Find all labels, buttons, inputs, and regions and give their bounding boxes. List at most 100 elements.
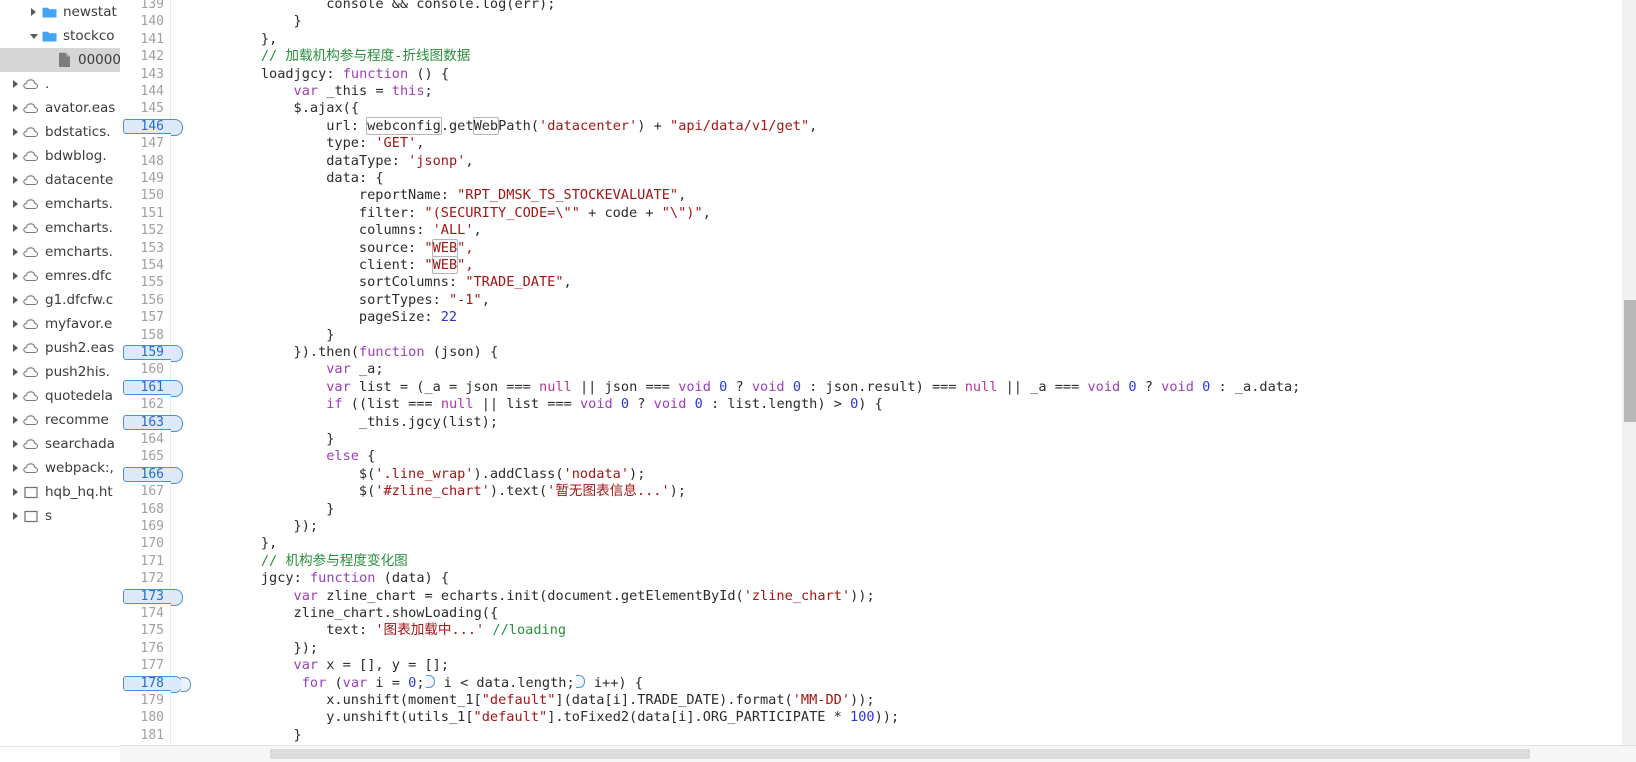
chevron-down-icon[interactable]: [28, 24, 39, 48]
line-number[interactable]: 146: [120, 118, 170, 135]
chevron-right-icon[interactable]: [10, 480, 21, 504]
code-line[interactable]: x.unshift(moment_1["default"](data[i].TR…: [326, 692, 874, 709]
code-line[interactable]: }: [294, 13, 302, 30]
line-number[interactable]: 176: [120, 640, 170, 657]
tree-item-20[interactable]: hqb_hq.ht: [0, 480, 120, 504]
code-line[interactable]: _this.jgcy(list);: [359, 414, 498, 431]
code-line[interactable]: source: "WEB",: [359, 238, 474, 257]
code-line[interactable]: // 加载机构参与程度-折线图数据: [261, 48, 470, 65]
line-number[interactable]: 170: [120, 535, 170, 552]
line-number[interactable]: 175: [120, 622, 170, 639]
horizontal-scrollbar-thumb[interactable]: [270, 749, 1530, 759]
chevron-right-icon[interactable]: [10, 120, 21, 144]
code-line[interactable]: text: '图表加载中...' //loading: [326, 622, 566, 639]
line-number[interactable]: 156: [120, 292, 170, 309]
line-number[interactable]: 149: [120, 170, 170, 187]
chevron-right-icon[interactable]: [10, 264, 21, 288]
tree-item-9[interactable]: emcharts.: [0, 216, 120, 240]
code-line[interactable]: columns: 'ALL',: [359, 222, 482, 239]
code-fold-marker[interactable]: [575, 674, 585, 688]
code-line[interactable]: filter: "(SECURITY_CODE=\"" + code + "\"…: [359, 205, 711, 222]
code-line[interactable]: client: "WEB",: [359, 256, 474, 274]
tree-spacer[interactable]: [43, 48, 54, 72]
line-number[interactable]: 152: [120, 222, 170, 239]
chevron-right-icon[interactable]: [10, 72, 21, 96]
line-number[interactable]: 173: [120, 588, 170, 605]
chevron-right-icon[interactable]: [10, 432, 21, 456]
line-number[interactable]: 168: [120, 501, 170, 518]
code-line[interactable]: data: {: [326, 170, 383, 187]
tree-item-12[interactable]: g1.dfcfw.c: [0, 288, 120, 312]
line-number[interactable]: 165: [120, 448, 170, 465]
tree-item-11[interactable]: emres.dfc: [0, 264, 120, 288]
line-number[interactable]: 140: [120, 13, 170, 30]
code-line[interactable]: type: 'GET',: [326, 135, 424, 152]
line-number[interactable]: 148: [120, 153, 170, 170]
line-number[interactable]: 171: [120, 553, 170, 570]
code-line[interactable]: $('#zline_chart').text('暂无图表信息...');: [359, 483, 686, 500]
code-line[interactable]: $('.line_wrap').addClass('nodata');: [359, 466, 645, 483]
line-number[interactable]: 159: [120, 344, 170, 361]
code-content[interactable]: console && console.log(err);}},// 加载机构参与…: [171, 0, 1636, 746]
line-number[interactable]: 154: [120, 257, 170, 274]
chevron-right-icon[interactable]: [10, 360, 21, 384]
chevron-right-icon[interactable]: [10, 504, 21, 528]
code-line[interactable]: $.ajax({: [294, 100, 359, 117]
tree-item-17[interactable]: recomme: [0, 408, 120, 432]
line-number[interactable]: 142: [120, 48, 170, 65]
line-number[interactable]: 166: [120, 466, 170, 483]
line-number[interactable]: 155: [120, 274, 170, 291]
tree-item-21[interactable]: s: [0, 504, 120, 528]
chevron-right-icon[interactable]: [10, 384, 21, 408]
tree-item-6[interactable]: bdwblog.: [0, 144, 120, 168]
line-number[interactable]: 177: [120, 657, 170, 674]
line-number[interactable]: 160: [120, 361, 170, 378]
line-number[interactable]: 179: [120, 692, 170, 709]
code-line[interactable]: });: [294, 640, 319, 657]
chevron-right-icon[interactable]: [10, 96, 21, 120]
line-number[interactable]: 180: [120, 709, 170, 726]
tree-item-7[interactable]: datacente: [0, 168, 120, 192]
code-fold-marker[interactable]: [425, 674, 435, 688]
tree-item-15[interactable]: push2his.: [0, 360, 120, 384]
chevron-right-icon[interactable]: [10, 240, 21, 264]
line-number[interactable]: 167: [120, 483, 170, 500]
code-line[interactable]: y.unshift(utils_1["default"].toFixed2(da…: [326, 709, 899, 726]
line-number-gutter[interactable]: 139 140 141 142 143 144 145 146 147 148 149 150 151 1…: [120, 0, 191, 746]
tree-item-5[interactable]: bdstatics.: [0, 120, 120, 144]
tree-item-4[interactable]: avator.eas: [0, 96, 120, 120]
code-line[interactable]: sortColumns: "TRADE_DATE",: [359, 274, 572, 291]
tree-item-10[interactable]: emcharts.: [0, 240, 120, 264]
code-line[interactable]: }: [326, 501, 334, 518]
chevron-right-icon[interactable]: [10, 192, 21, 216]
code-line[interactable]: console && console.log(err);: [326, 0, 555, 13]
line-number[interactable]: 147: [120, 135, 170, 152]
line-number[interactable]: 178: [120, 675, 170, 692]
code-line[interactable]: },: [261, 31, 277, 48]
line-number[interactable]: 158: [120, 327, 170, 344]
tree-item-18[interactable]: searchada: [0, 432, 120, 456]
tree-item-14[interactable]: push2.eas: [0, 336, 120, 360]
chevron-right-icon[interactable]: [10, 288, 21, 312]
code-line[interactable]: else {: [326, 448, 375, 465]
line-number[interactable]: 141: [120, 31, 170, 48]
code-line[interactable]: });: [294, 518, 319, 535]
tree-item-8[interactable]: emcharts.: [0, 192, 120, 216]
code-line[interactable]: }).then(function (json) {: [294, 344, 499, 361]
horizontal-scrollbar[interactable]: [120, 745, 1636, 762]
code-line[interactable]: reportName: "RPT_DMSK_TS_STOCKEVALUATE",: [359, 187, 686, 204]
chevron-right-icon[interactable]: [10, 408, 21, 432]
code-line[interactable]: var _this = this;: [294, 83, 433, 100]
code-editor[interactable]: 139 140 141 142 143 144 145 146 147 148 149 150 151 1…: [120, 0, 1636, 746]
vertical-scrollbar[interactable]: [1622, 0, 1636, 746]
tree-item-19[interactable]: webpack:,: [0, 456, 120, 480]
line-number[interactable]: 150: [120, 187, 170, 204]
chevron-right-icon[interactable]: [28, 0, 39, 24]
code-line[interactable]: }: [326, 327, 334, 344]
line-number[interactable]: 181: [120, 727, 170, 744]
code-line[interactable]: }: [294, 727, 302, 744]
line-number[interactable]: 151: [120, 205, 170, 222]
line-number[interactable]: 162: [120, 396, 170, 413]
tree-item-13[interactable]: myfavor.e: [0, 312, 120, 336]
code-line[interactable]: pageSize: 22: [359, 309, 457, 326]
